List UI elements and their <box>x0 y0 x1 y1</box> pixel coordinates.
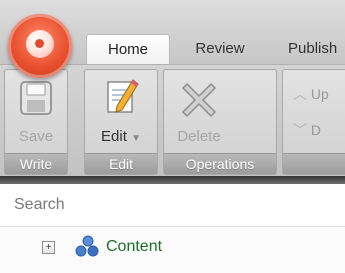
delete-icon <box>181 82 217 118</box>
move-up-button[interactable]: ︿ Up <box>293 84 329 104</box>
edit-label: Edit ▼ <box>101 128 141 145</box>
divider <box>0 176 345 184</box>
group-label-edit: Edit <box>85 153 157 174</box>
group-write: Save Write <box>4 69 68 175</box>
app-logo-icon <box>26 30 54 58</box>
application-menu-button[interactable] <box>8 14 72 78</box>
chevron-down-icon: ﹀ <box>293 122 307 138</box>
move-down-button[interactable]: ﹀ D <box>293 120 321 140</box>
expand-icon[interactable]: + <box>42 241 55 254</box>
group-operations: Delete Operations <box>163 69 277 175</box>
edit-button[interactable]: Edit ▼ <box>85 76 157 146</box>
tree-item-content[interactable]: Content <box>106 238 162 256</box>
group-move: ︿ Up ﹀ D <box>282 69 345 175</box>
group-label-operations: Operations <box>164 153 276 174</box>
edit-icon <box>107 79 139 113</box>
search-placeholder: Search <box>14 196 65 213</box>
chevron-up-icon: ︿ <box>293 86 307 102</box>
content-tree: + Content <box>0 227 345 273</box>
save-icon <box>20 81 52 115</box>
content-tree-icon <box>75 235 99 257</box>
ribbon-tab-bar: Home Review Publish <box>0 0 345 78</box>
group-edit: Edit ▼ Edit <box>84 69 158 175</box>
save-label: Save <box>18 128 54 145</box>
tab-review[interactable]: Review <box>176 34 264 64</box>
delete-label: Delete <box>177 128 221 145</box>
app-window: Home Review Publish Save Write Edit ▼ Ed… <box>0 0 345 273</box>
delete-button[interactable]: Delete <box>164 76 234 146</box>
group-label-move <box>283 153 345 174</box>
tab-publish[interactable]: Publish <box>288 34 345 64</box>
search-input[interactable]: Search <box>0 186 345 227</box>
save-button[interactable]: Save <box>5 76 67 146</box>
group-label-write: Write <box>5 153 67 174</box>
chevron-down-icon: ▼ <box>131 133 141 144</box>
tab-home[interactable]: Home <box>86 34 170 65</box>
ribbon-toolbar: Save Write Edit ▼ Edit Delete Operations… <box>0 64 345 177</box>
